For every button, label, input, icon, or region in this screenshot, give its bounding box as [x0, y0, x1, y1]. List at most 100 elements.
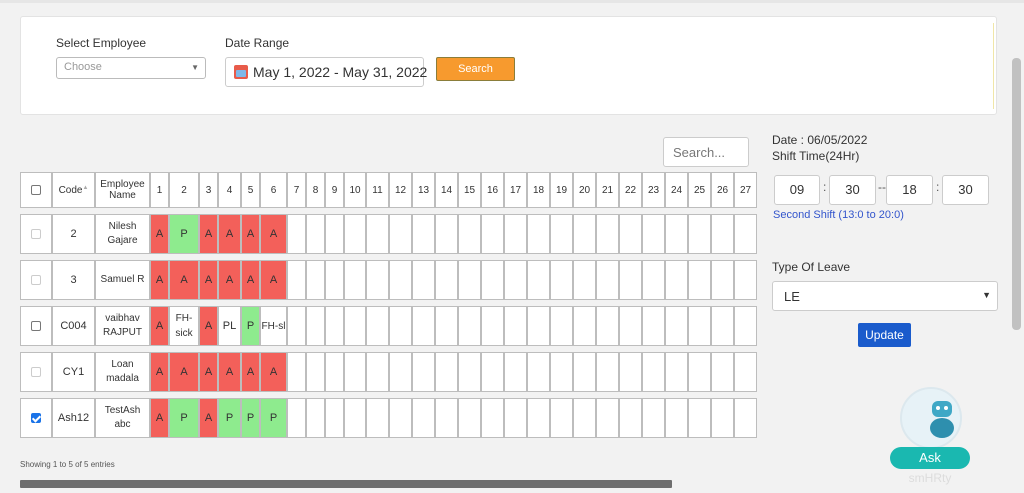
empty-attendance-cell[interactable]	[711, 214, 734, 254]
attendance-cell[interactable]: A	[241, 260, 260, 300]
empty-attendance-cell[interactable]	[325, 306, 344, 346]
empty-attendance-cell[interactable]	[389, 260, 412, 300]
start-hour-input[interactable]: 09	[774, 175, 820, 205]
empty-attendance-cell[interactable]	[642, 352, 665, 392]
empty-attendance-cell[interactable]	[366, 306, 389, 346]
row-checkbox[interactable]	[31, 321, 41, 332]
empty-attendance-cell[interactable]	[344, 214, 366, 254]
empty-attendance-cell[interactable]	[619, 352, 642, 392]
empty-attendance-cell[interactable]	[306, 260, 325, 300]
attendance-cell[interactable]: P	[241, 398, 260, 438]
attendance-cell[interactable]: A	[150, 306, 169, 346]
empty-attendance-cell[interactable]	[412, 260, 435, 300]
table-search-input[interactable]	[663, 137, 749, 167]
attendance-cell[interactable]: A	[218, 352, 241, 392]
empty-attendance-cell[interactable]	[596, 398, 619, 438]
empty-attendance-cell[interactable]	[366, 260, 389, 300]
empty-attendance-cell[interactable]	[306, 306, 325, 346]
empty-attendance-cell[interactable]	[527, 398, 550, 438]
empty-attendance-cell[interactable]	[306, 352, 325, 392]
empty-attendance-cell[interactable]	[550, 260, 573, 300]
ask-button[interactable]: Ask	[890, 447, 970, 469]
empty-attendance-cell[interactable]	[642, 398, 665, 438]
empty-attendance-cell[interactable]	[573, 352, 596, 392]
attendance-cell[interactable]: PL	[218, 306, 241, 346]
attendance-cell[interactable]: A	[199, 214, 218, 254]
attendance-cell[interactable]: P	[218, 398, 241, 438]
empty-attendance-cell[interactable]	[688, 260, 711, 300]
date-range-input[interactable]: May 1, 2022 - May 31, 2022	[225, 57, 427, 87]
empty-attendance-cell[interactable]	[711, 260, 734, 300]
empty-attendance-cell[interactable]	[481, 260, 504, 300]
start-minute-input[interactable]: 30	[829, 175, 876, 205]
empty-attendance-cell[interactable]	[688, 306, 711, 346]
empty-attendance-cell[interactable]	[287, 214, 306, 254]
empty-attendance-cell[interactable]	[344, 306, 366, 346]
end-minute-input[interactable]: 30	[942, 175, 989, 205]
row-checkbox[interactable]	[31, 413, 41, 424]
empty-attendance-cell[interactable]	[734, 352, 757, 392]
attendance-cell[interactable]: A	[260, 352, 287, 392]
empty-attendance-cell[interactable]	[550, 214, 573, 254]
empty-attendance-cell[interactable]	[325, 260, 344, 300]
empty-attendance-cell[interactable]	[366, 398, 389, 438]
empty-attendance-cell[interactable]	[412, 398, 435, 438]
attendance-cell[interactable]: P	[169, 214, 199, 254]
empty-attendance-cell[interactable]	[504, 260, 527, 300]
attendance-cell[interactable]: A	[150, 260, 169, 300]
empty-attendance-cell[interactable]	[481, 214, 504, 254]
empty-attendance-cell[interactable]	[412, 214, 435, 254]
attendance-cell[interactable]: P	[260, 398, 287, 438]
horizontal-scrollbar[interactable]	[20, 480, 672, 488]
empty-attendance-cell[interactable]	[306, 398, 325, 438]
empty-attendance-cell[interactable]	[458, 214, 481, 254]
empty-attendance-cell[interactable]	[458, 352, 481, 392]
empty-attendance-cell[interactable]	[458, 260, 481, 300]
leave-type-select[interactable]: LE ▼	[772, 281, 998, 311]
empty-attendance-cell[interactable]	[573, 260, 596, 300]
empty-attendance-cell[interactable]	[306, 214, 325, 254]
assistant-widget[interactable]: Ask smHRty	[890, 387, 970, 491]
empty-attendance-cell[interactable]	[573, 214, 596, 254]
update-button[interactable]: Update	[858, 323, 911, 347]
empty-attendance-cell[interactable]	[734, 398, 757, 438]
empty-attendance-cell[interactable]	[619, 260, 642, 300]
empty-attendance-cell[interactable]	[688, 398, 711, 438]
attendance-cell[interactable]: FH-sl	[260, 306, 287, 346]
empty-attendance-cell[interactable]	[287, 306, 306, 346]
empty-attendance-cell[interactable]	[344, 352, 366, 392]
empty-attendance-cell[interactable]	[366, 352, 389, 392]
empty-attendance-cell[interactable]	[596, 214, 619, 254]
empty-attendance-cell[interactable]	[412, 352, 435, 392]
empty-attendance-cell[interactable]	[287, 398, 306, 438]
empty-attendance-cell[interactable]	[458, 306, 481, 346]
attendance-cell[interactable]: A	[241, 352, 260, 392]
empty-attendance-cell[interactable]	[734, 260, 757, 300]
empty-attendance-cell[interactable]	[550, 306, 573, 346]
vertical-scrollbar[interactable]	[1012, 58, 1021, 330]
empty-attendance-cell[interactable]	[325, 398, 344, 438]
attendance-cell[interactable]: A	[199, 352, 218, 392]
attendance-cell[interactable]: A	[169, 260, 199, 300]
empty-attendance-cell[interactable]	[619, 306, 642, 346]
empty-attendance-cell[interactable]	[389, 398, 412, 438]
empty-attendance-cell[interactable]	[435, 214, 458, 254]
search-button[interactable]: Search	[436, 57, 515, 81]
empty-attendance-cell[interactable]	[366, 214, 389, 254]
empty-attendance-cell[interactable]	[435, 306, 458, 346]
empty-attendance-cell[interactable]	[596, 260, 619, 300]
attendance-cell[interactable]: A	[199, 260, 218, 300]
empty-attendance-cell[interactable]	[504, 398, 527, 438]
empty-attendance-cell[interactable]	[435, 260, 458, 300]
empty-attendance-cell[interactable]	[412, 306, 435, 346]
empty-attendance-cell[interactable]	[527, 306, 550, 346]
empty-attendance-cell[interactable]	[734, 306, 757, 346]
empty-attendance-cell[interactable]	[435, 398, 458, 438]
attendance-cell[interactable]: A	[241, 214, 260, 254]
employee-select[interactable]: Choose ▼	[56, 57, 206, 79]
empty-attendance-cell[interactable]	[504, 214, 527, 254]
empty-attendance-cell[interactable]	[596, 306, 619, 346]
attendance-cell[interactable]: FH-sick	[169, 306, 199, 346]
code-header[interactable]: Code▲	[52, 172, 95, 208]
attendance-cell[interactable]: P	[241, 306, 260, 346]
